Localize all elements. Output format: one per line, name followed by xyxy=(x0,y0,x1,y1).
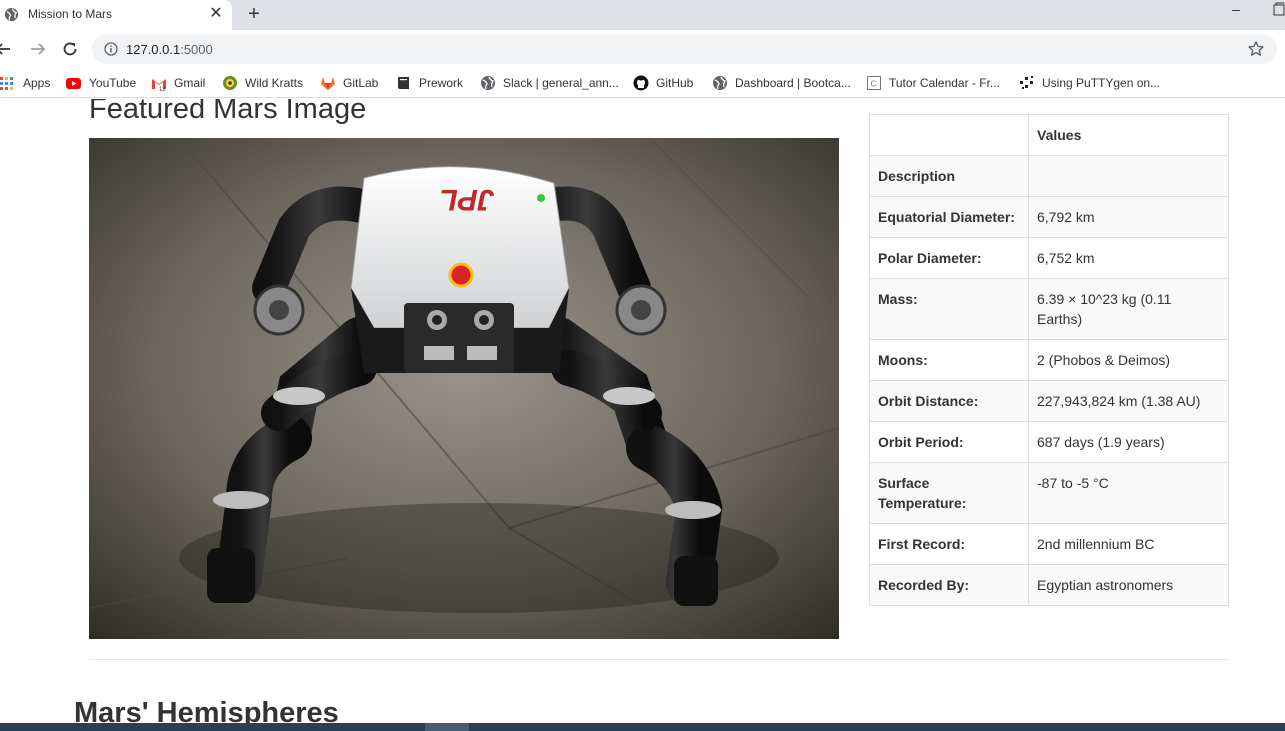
bookmark-gitlab[interactable]: GitLab xyxy=(320,74,378,92)
page-content: Featured Mars Image JPL Values Descripti… xyxy=(0,99,1285,731)
bookmark-label: Tutor Calendar - Fr... xyxy=(889,76,1000,90)
table-header-empty xyxy=(869,114,1029,156)
globe-icon xyxy=(481,76,495,90)
table-header-values: Values xyxy=(1028,114,1229,156)
fact-value: 6,792 km xyxy=(1028,196,1229,238)
bookmark-gmail[interactable]: 12 Gmail xyxy=(151,74,205,92)
tab-strip: Mission to Mars ✕ + – xyxy=(0,0,1285,30)
putty-icon xyxy=(1020,76,1033,89)
fact-value: 687 days (1.9 years) xyxy=(1028,421,1229,463)
mars-facts-table: Values Description Equatorial Diameter: … xyxy=(869,114,1229,606)
table-row: Polar Diameter: 6,752 km xyxy=(869,237,1229,279)
bookmark-label: GitLab xyxy=(343,76,379,90)
bookmark-slack[interactable]: Slack | general_ann... xyxy=(480,74,619,92)
fact-label: Orbit Period: xyxy=(869,421,1029,463)
fact-label: Equatorial Diameter: xyxy=(869,196,1029,238)
fact-label: Description xyxy=(869,155,1029,197)
table-row: Description xyxy=(869,155,1229,197)
fact-label: Recorded By: xyxy=(869,564,1029,606)
fact-value: -87 to -5 °C xyxy=(1028,462,1229,524)
back-arrow-icon[interactable] xyxy=(0,40,12,58)
youtube-icon xyxy=(66,78,81,89)
bookmark-label: GitHub xyxy=(656,76,694,90)
bookmark-label: Wild Kratts xyxy=(245,76,304,90)
tab-title: Mission to Mars xyxy=(28,7,113,21)
url-host: 127.0.0.1 xyxy=(126,42,181,57)
tab-mission-to-mars[interactable]: Mission to Mars ✕ xyxy=(0,0,232,30)
calendar-icon: C xyxy=(867,76,881,90)
bookmark-github[interactable]: GitHub xyxy=(633,74,693,92)
fact-label: Surface Temperature: xyxy=(869,462,1029,524)
jpl-logo: JPL xyxy=(439,183,494,216)
fact-value: Egyptian astronomers xyxy=(1028,564,1229,606)
fact-label: Moons: xyxy=(869,339,1029,381)
featured-image-heading: Featured Mars Image xyxy=(89,99,367,125)
fact-label: Polar Diameter: xyxy=(869,237,1029,279)
gmail-icon: 12 xyxy=(152,79,166,91)
bookmark-dashboard[interactable]: Dashboard | Bootca... xyxy=(712,74,851,92)
table-row: Moons: 2 (Phobos & Deimos) xyxy=(869,339,1229,381)
wild-kratts-icon xyxy=(223,76,237,90)
table-row: Mass: 6.39 × 10^23 kg (0.11 Earths) xyxy=(869,278,1229,340)
minimize-icon[interactable]: – xyxy=(1229,1,1243,17)
table-row: Orbit Period: 687 days (1.9 years) xyxy=(869,421,1229,463)
svg-text:12: 12 xyxy=(159,87,166,91)
bookmark-apps[interactable]: Apps xyxy=(0,74,50,92)
bookmark-label: Prework xyxy=(419,76,464,90)
bookmark-label: YouTube xyxy=(89,76,137,90)
section-divider xyxy=(89,659,1229,660)
bookmark-label: Using PuTTYgen on... xyxy=(1042,76,1161,90)
bookmarks-bar: Apps YouTube 12 Gmail Wild Kratts GitLab… xyxy=(0,68,1285,98)
apps-grid-icon xyxy=(0,77,13,90)
bookmark-puttygen[interactable]: Using PuTTYgen on... xyxy=(1019,74,1160,92)
globe-icon xyxy=(4,7,19,22)
address-bar[interactable]: 127.0.0.1:5000 xyxy=(92,34,1277,64)
bookmark-label: Slack | general_ann... xyxy=(503,76,619,90)
gitlab-icon xyxy=(321,77,335,90)
featured-mars-image[interactable]: JPL xyxy=(89,138,839,639)
table-row: Surface Temperature: -87 to -5 °C xyxy=(869,462,1229,524)
fact-value: 2nd millennium BC xyxy=(1028,523,1229,565)
book-icon xyxy=(398,77,409,89)
maximize-icon[interactable] xyxy=(1272,2,1285,16)
table-row: Equatorial Diameter: 6,792 km xyxy=(869,196,1229,238)
table-row: Orbit Distance: 227,943,824 km (1.38 AU) xyxy=(869,380,1229,422)
fact-label: First Record: xyxy=(869,523,1029,565)
bookmark-youtube[interactable]: YouTube xyxy=(66,74,136,92)
taskbar-segment xyxy=(425,723,469,731)
bookmark-label: Dashboard | Bootca... xyxy=(735,76,851,90)
github-icon xyxy=(633,75,649,91)
reload-icon[interactable] xyxy=(61,40,79,58)
fact-value: 6.39 × 10^23 kg (0.11 Earths) xyxy=(1028,278,1229,340)
fact-label: Mass: xyxy=(869,278,1029,340)
bookmark-tutor-calendar[interactable]: C Tutor Calendar - Fr... xyxy=(866,74,1000,92)
bookmark-label: Gmail xyxy=(174,76,206,90)
bookmark-prework[interactable]: Prework xyxy=(396,74,463,92)
fact-value: 6,752 km xyxy=(1028,237,1229,279)
bookmark-star-icon[interactable] xyxy=(1247,40,1265,58)
table-row: Recorded By: Egyptian astronomers xyxy=(869,564,1229,606)
forward-arrow-icon[interactable] xyxy=(29,40,47,58)
table-row: First Record: 2nd millennium BC xyxy=(869,523,1229,565)
fact-value xyxy=(1028,155,1229,197)
globe-icon xyxy=(713,76,727,90)
new-tab-button[interactable]: + xyxy=(244,3,264,25)
taskbar-strip xyxy=(0,723,1285,731)
url-port: :5000 xyxy=(180,42,213,57)
table-header-row: Values xyxy=(869,114,1229,156)
fact-value: 227,943,824 km (1.38 AU) xyxy=(1028,380,1229,422)
info-icon[interactable] xyxy=(104,42,118,56)
fact-value: 2 (Phobos & Deimos) xyxy=(1028,339,1229,381)
bookmark-label: Apps xyxy=(23,76,51,90)
close-icon[interactable]: ✕ xyxy=(208,5,224,23)
bookmark-wild-kratts[interactable]: Wild Kratts xyxy=(222,74,303,92)
url-text: 127.0.0.1:5000 xyxy=(126,42,213,57)
svg-text:C: C xyxy=(871,80,877,89)
fact-label: Orbit Distance: xyxy=(869,380,1029,422)
browser-toolbar: 127.0.0.1:5000 xyxy=(0,30,1285,68)
